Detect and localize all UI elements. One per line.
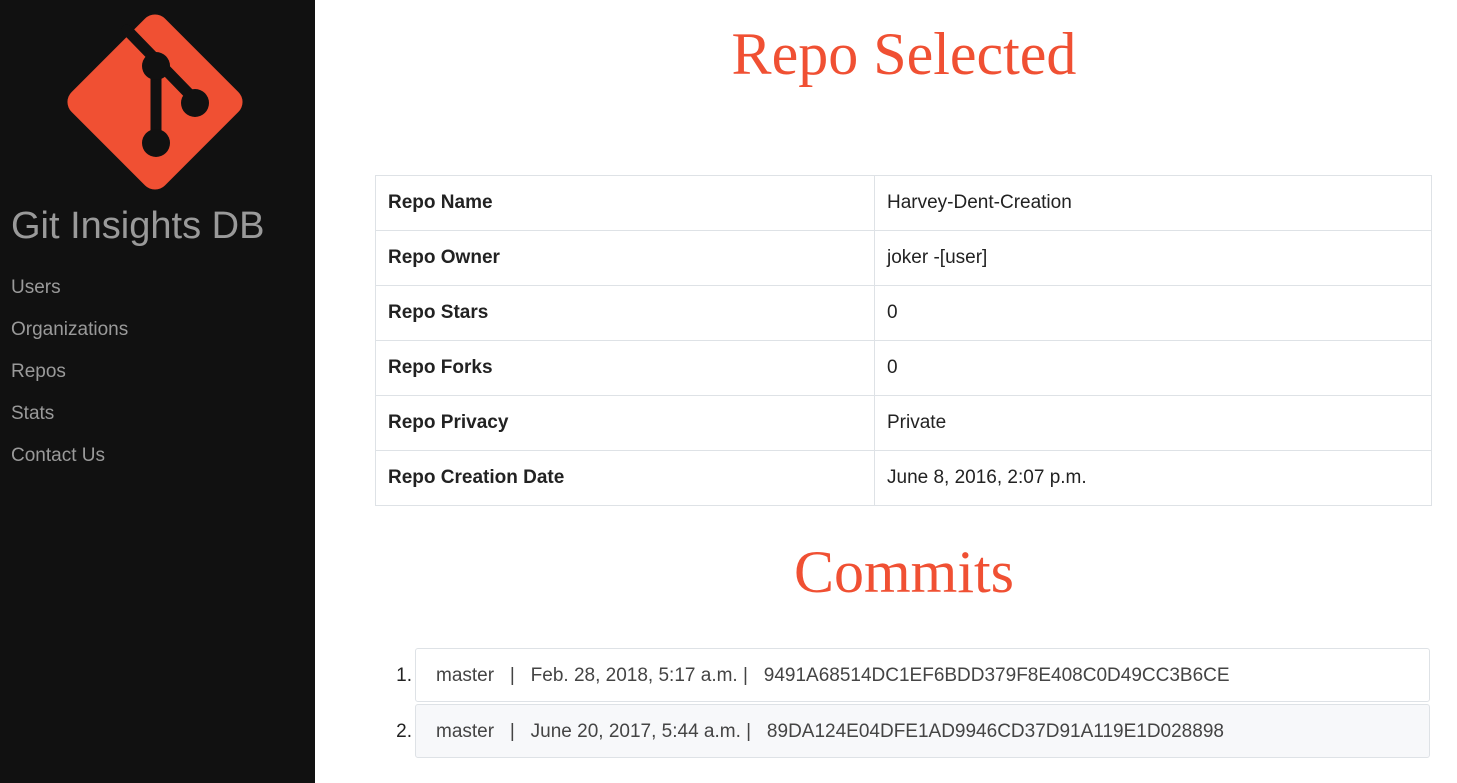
repo-privacy-label: Repo Privacy	[375, 395, 875, 451]
sidebar: Git Insights DB Users Organizations Repo…	[0, 0, 315, 783]
repo-stars-label: Repo Stars	[375, 285, 875, 341]
table-row: Repo Stars 0	[375, 285, 1432, 341]
repo-forks-value: 0	[874, 340, 1432, 396]
commits-title: Commits	[793, 539, 1015, 605]
table-row: Repo Creation Date June 8, 2016, 2:07 p.…	[375, 450, 1432, 506]
commits-list: 1. master | Feb. 28, 2018, 5:17 a.m. | 9…	[375, 648, 1432, 760]
sidebar-item-contact-us[interactable]: Contact Us	[11, 443, 128, 485]
sidebar-item-users[interactable]: Users	[11, 275, 128, 317]
table-row: Repo Forks 0	[375, 340, 1432, 396]
repo-name-label: Repo Name	[375, 175, 875, 231]
git-logo-icon[interactable]	[59, 6, 251, 198]
sidebar-item-repos[interactable]: Repos	[11, 359, 128, 401]
table-row: Repo Owner joker -[user]	[375, 230, 1432, 286]
repo-owner-label: Repo Owner	[375, 230, 875, 286]
commit-item[interactable]: master | Feb. 28, 2018, 5:17 a.m. | 9491…	[415, 648, 1430, 702]
commit-number: 2.	[396, 721, 412, 742]
commit-number: 1.	[396, 665, 412, 686]
sidebar-item-stats[interactable]: Stats	[11, 401, 128, 443]
repo-info-table: Repo Name Harvey-Dent-Creation Repo Owne…	[375, 175, 1432, 506]
repo-name-value: Harvey-Dent-Creation	[874, 175, 1432, 231]
table-row: Repo Privacy Private	[375, 395, 1432, 451]
repo-privacy-value: Private	[874, 395, 1432, 451]
main-content: Repo Selected Repo Name Harvey-Dent-Crea…	[315, 0, 1457, 783]
repo-forks-label: Repo Forks	[375, 340, 875, 396]
list-item: 2. master | June 20, 2017, 5:44 a.m. | 8…	[375, 704, 1432, 758]
commit-item[interactable]: master | June 20, 2017, 5:44 a.m. | 89DA…	[415, 704, 1430, 758]
table-row: Repo Name Harvey-Dent-Creation	[375, 175, 1432, 231]
repo-creation-date-value: June 8, 2016, 2:07 p.m.	[874, 450, 1432, 506]
page-title: Repo Selected	[731, 21, 1077, 87]
repo-stars-value: 0	[874, 285, 1432, 341]
repo-creation-date-label: Repo Creation Date	[375, 450, 875, 506]
brand-title[interactable]: Git Insights DB	[11, 205, 264, 248]
sidebar-item-organizations[interactable]: Organizations	[11, 317, 128, 359]
list-item: 1. master | Feb. 28, 2018, 5:17 a.m. | 9…	[375, 648, 1432, 702]
repo-owner-value: joker -[user]	[874, 230, 1432, 286]
sidebar-nav: Users Organizations Repos Stats Contact …	[11, 275, 128, 485]
